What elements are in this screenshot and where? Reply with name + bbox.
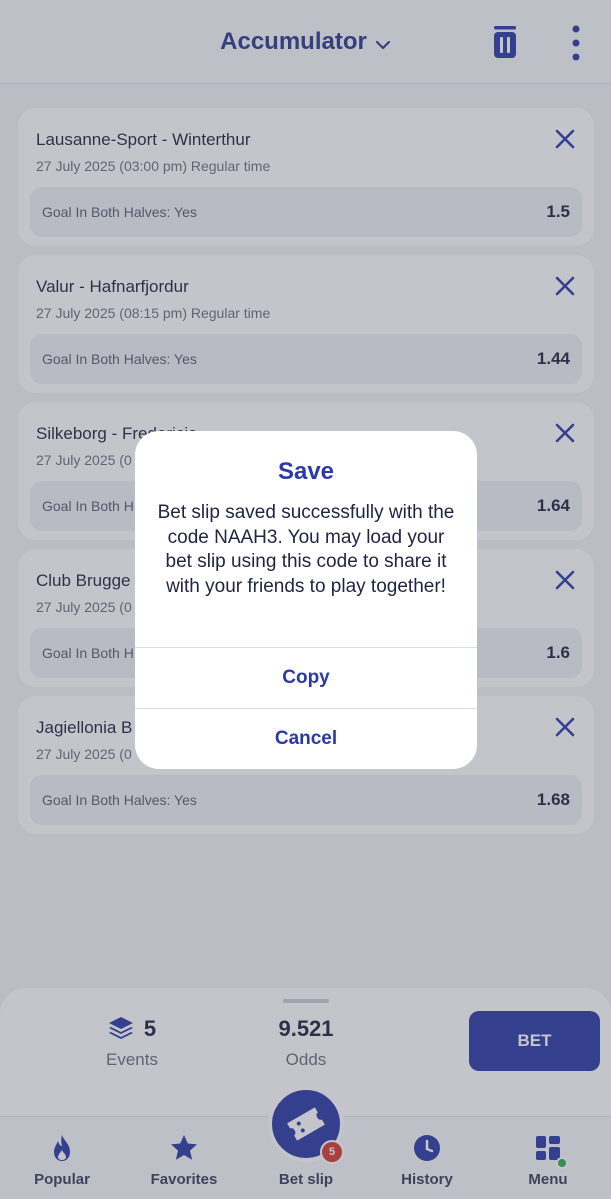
cancel-button[interactable]: Cancel: [135, 709, 477, 769]
dialog-message: Bet slip saved successfully with the cod…: [157, 502, 455, 597]
dialog-title: Save: [277, 458, 335, 485]
copy-button[interactable]: Copy: [135, 648, 477, 708]
save-dialog: Save Bet slip saved successfully with th…: [135, 431, 477, 769]
